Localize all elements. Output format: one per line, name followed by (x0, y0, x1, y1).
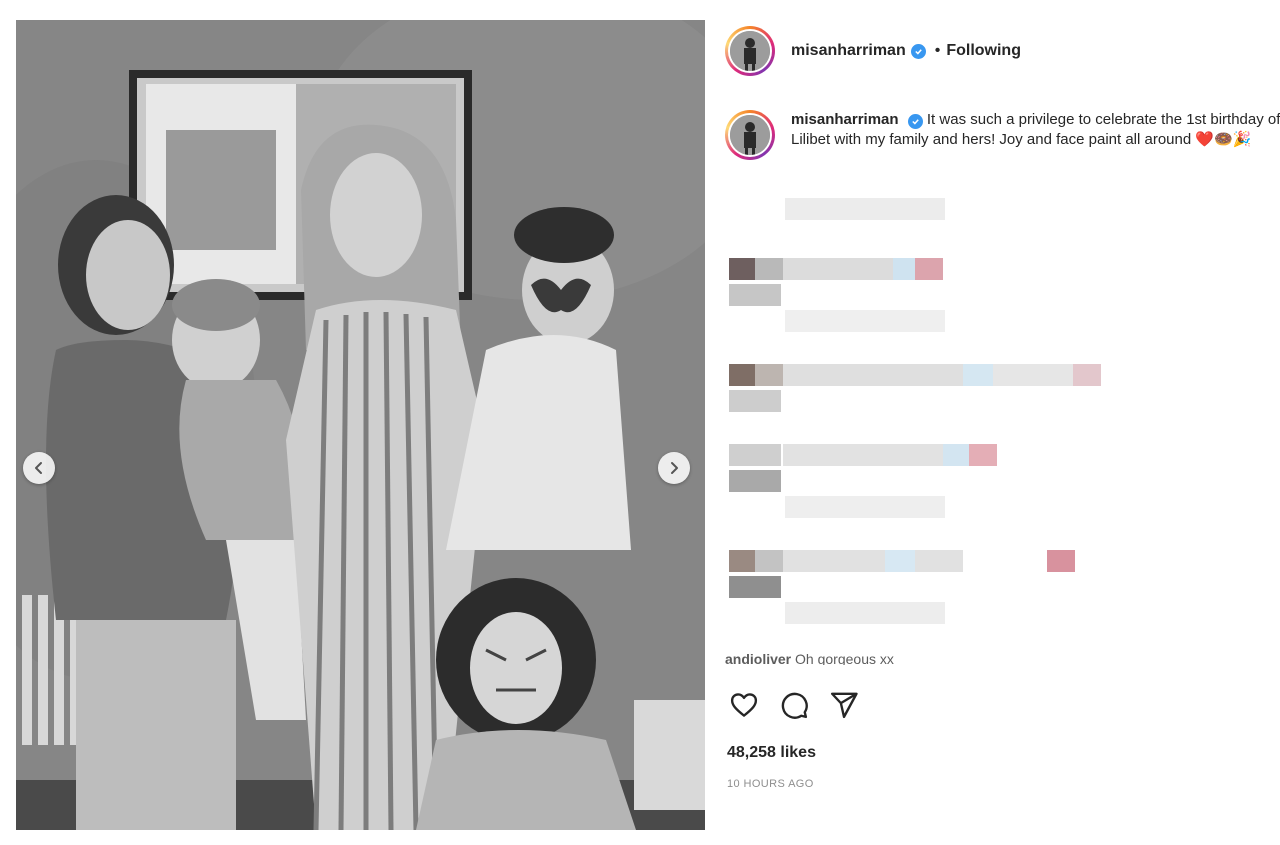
blur-block (729, 576, 781, 598)
chevron-left-icon (35, 462, 42, 474)
post-header: misanharriman • Following (705, 20, 1280, 82)
blur-block (993, 364, 1073, 386)
like-button[interactable] (727, 688, 761, 722)
blur-block (1047, 550, 1075, 572)
verified-badge-icon (910, 43, 926, 59)
post-photo (16, 20, 705, 830)
comment-peek: andioliver Oh gorgeous xx (725, 651, 1280, 665)
blur-block (1073, 364, 1101, 386)
blur-block (755, 550, 783, 572)
comment-text: Oh gorgeous xx (795, 651, 894, 665)
avatar-ring-gap (728, 29, 772, 73)
caption-verified-badge-icon (907, 114, 923, 129)
blur-block (785, 198, 945, 220)
blur-block (729, 284, 781, 306)
heart-icon (730, 693, 758, 717)
blur-block (885, 550, 915, 572)
blur-block (729, 390, 781, 412)
caption-avatar-ring-gap (728, 113, 772, 157)
blur-block (729, 258, 755, 280)
chevron-right-icon (671, 462, 678, 474)
action-bar (727, 688, 861, 722)
caption-avatar[interactable] (725, 110, 775, 160)
avatar-image (730, 31, 770, 71)
carousel-next-button[interactable] (658, 452, 690, 484)
avatar-photo (730, 31, 770, 71)
separator-dot: • (934, 42, 941, 59)
blur-block (943, 444, 969, 466)
caption-avatar-photo (730, 115, 770, 155)
blur-block (785, 496, 945, 518)
carousel-prev-button[interactable] (23, 452, 55, 484)
post-timestamp[interactable]: 10 HOURS AGO (727, 778, 814, 790)
blur-block (783, 550, 963, 572)
caption-emoji: ❤️🍩🎉 (1195, 131, 1252, 148)
blur-block (783, 444, 943, 466)
blur-block (729, 470, 781, 492)
blur-block (729, 364, 755, 386)
blur-block (729, 444, 781, 466)
blur-block (893, 258, 915, 280)
share-button[interactable] (827, 688, 861, 722)
post-caption: misanharriman It was such a privilege to… (725, 110, 1280, 160)
comment-button[interactable] (777, 688, 811, 722)
blur-block (963, 364, 993, 386)
comment-icon (781, 692, 808, 719)
blur-block (785, 310, 945, 332)
caption-text-block: misanharriman It was such a privilege to… (791, 110, 1280, 160)
photo-scene (16, 20, 705, 830)
blur-block (783, 364, 963, 386)
following-button[interactable]: Following (946, 42, 1021, 60)
blur-block (755, 364, 783, 386)
blur-block (783, 258, 893, 280)
likes-count[interactable]: 48,258 likes (727, 744, 816, 762)
blur-block (915, 258, 943, 280)
blur-block (969, 444, 997, 466)
caption-username[interactable]: misanharriman (791, 111, 899, 128)
comment-username[interactable]: andioliver (725, 651, 791, 665)
username-link[interactable]: misanharriman (791, 42, 906, 60)
send-icon (830, 692, 858, 719)
post-side-panel: misanharriman • Following misanharriman … (705, 0, 1280, 845)
caption-avatar-image (730, 115, 770, 155)
avatar[interactable] (725, 26, 775, 76)
blur-block (755, 258, 783, 280)
blur-block (785, 602, 945, 624)
blur-block (729, 550, 755, 572)
